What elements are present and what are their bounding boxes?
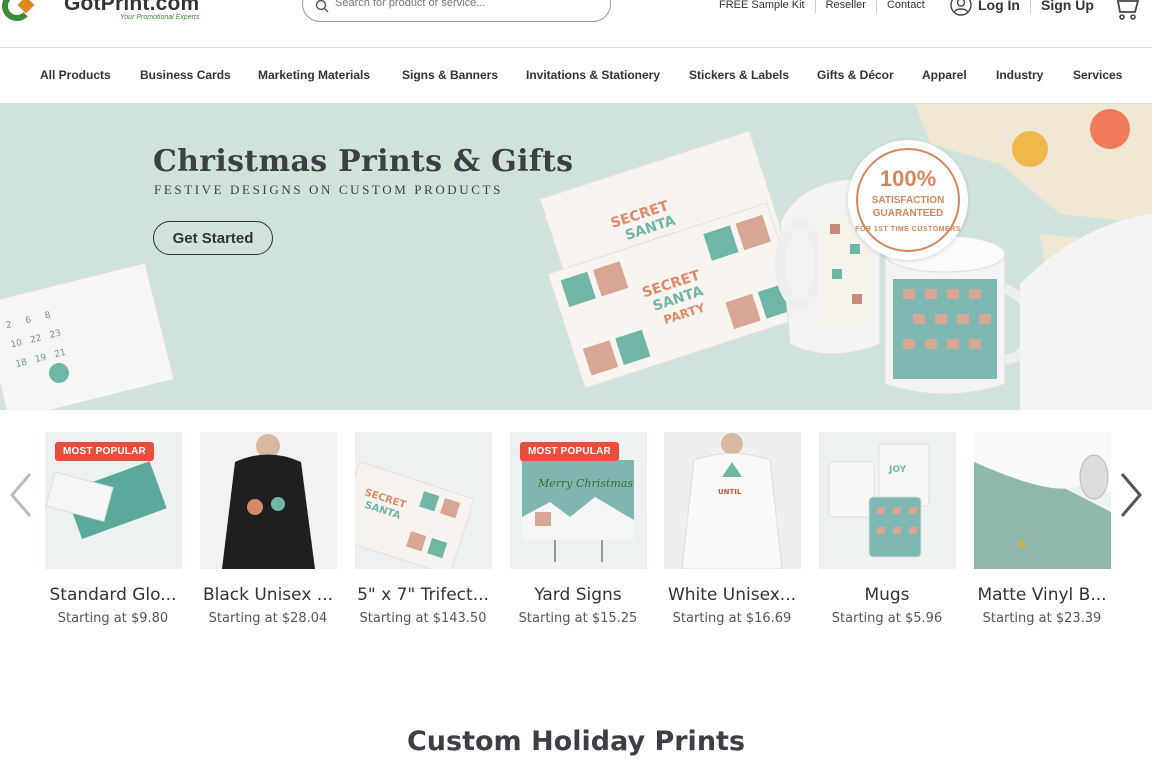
product-card[interactable]: Merry Christmas MOST POPULAR Yard Signs … <box>510 432 647 626</box>
nav-industry[interactable]: Industry <box>996 68 1043 82</box>
nav-all-products[interactable]: All Products <box>40 68 111 82</box>
trifecta-cards-image: SECRET SANTA <box>355 461 475 569</box>
badge-line-2: GUARANTEED <box>872 208 944 219</box>
product-name[interactable]: Standard Glo... <box>33 585 193 605</box>
site-header: GotPrint.com Your Promotional Experts FR… <box>0 0 1152 48</box>
nav-stickers-labels[interactable]: Stickers & Labels <box>689 68 789 82</box>
logo-icon <box>0 0 40 23</box>
account-area: Log In Sign Up <box>950 0 1094 16</box>
logo[interactable]: GotPrint.com Your Promotional Experts <box>0 0 199 24</box>
product-price: Starting at $28.04 <box>208 611 328 626</box>
product-card[interactable]: JOY Mugs Starting at $5.96 <box>819 432 956 626</box>
product-price: Starting at $9.80 <box>57 611 169 626</box>
product-card[interactable]: Black Unisex ... Starting at $28.04 <box>200 432 337 626</box>
get-started-button[interactable]: Get Started <box>153 221 273 255</box>
badge-percent: 100% <box>879 166 937 191</box>
product-price: Starting at $15.25 <box>518 611 638 626</box>
product-card[interactable]: MOST POPULAR Standard Glo... Starting at… <box>45 432 182 626</box>
login-link[interactable]: Log In <box>978 0 1020 13</box>
user-icon[interactable] <box>950 0 972 16</box>
product-card[interactable]: SECRET SANTA 5" x 7" Trifect... Starting… <box>355 432 492 626</box>
product-thumb[interactable]: SECRET SANTA <box>355 432 492 569</box>
most-popular-badge: MOST POPULAR <box>520 442 619 461</box>
svg-text:Merry Christmas: Merry Christmas <box>537 477 633 490</box>
free-sample-kit-link[interactable]: FREE Sample Kit <box>719 0 816 13</box>
mugs-image: JOY <box>828 443 930 558</box>
product-thumb[interactable] <box>974 432 1111 569</box>
vinyl-banner-image <box>974 432 1111 569</box>
satisfaction-badge: 100% SATISFACTION GUARANTEED FOR 1ST TIM… <box>848 140 968 260</box>
hero-subtitle: FESTIVE DESIGNS ON CUSTOM PRODUCTS <box>154 182 503 197</box>
product-price: Starting at $5.96 <box>831 611 943 626</box>
nav-signs-banners[interactable]: Signs & Banners <box>402 68 498 82</box>
product-card[interactable]: UNTIL White Unisex... Starting at $16.69 <box>664 432 801 626</box>
logo-tagline: Your Promotional Experts <box>120 13 200 21</box>
carousel-prev-icon[interactable] <box>6 470 36 520</box>
badge-line-3: FOR 1ST TIME CUSTOMERS <box>855 226 961 233</box>
main-nav: All Products Business Cards Marketing Ma… <box>0 48 1152 104</box>
product-thumb[interactable]: JOY <box>819 432 956 569</box>
product-name[interactable]: 5" x 7" Trifect... <box>343 585 503 605</box>
badge-line-1: SATISFACTION <box>871 195 945 206</box>
nav-business-cards[interactable]: Business Cards <box>140 68 231 82</box>
hero-banner[interactable]: 268 102223 181921 SECRET SANTA PARTY SEC… <box>0 104 1152 410</box>
cart-icon[interactable] <box>1110 0 1140 22</box>
svg-text:UNTIL: UNTIL <box>718 488 742 496</box>
product-name[interactable]: Matte Vinyl B... <box>962 585 1122 605</box>
search-icon <box>315 0 329 13</box>
carousel-next-icon[interactable] <box>1116 470 1146 520</box>
white-shirt-image: UNTIL <box>664 432 801 569</box>
nav-apparel[interactable]: Apparel <box>922 68 967 82</box>
product-name[interactable]: Mugs <box>807 585 967 605</box>
product-name[interactable]: White Unisex... <box>652 585 812 605</box>
most-popular-badge: MOST POPULAR <box>55 442 154 461</box>
product-name[interactable]: Black Unisex ... <box>188 585 348 605</box>
product-carousel: MOST POPULAR Standard Glo... Starting at… <box>0 410 1152 650</box>
contact-link[interactable]: Contact <box>877 0 935 13</box>
product-thumb[interactable] <box>200 432 337 569</box>
product-card[interactable]: Matte Vinyl B... Starting at $23.39 <box>974 432 1111 626</box>
hero-title: Christmas Prints & Gifts <box>153 144 574 179</box>
product-price: Starting at $16.69 <box>672 611 792 626</box>
product-price: Starting at $23.39 <box>982 611 1102 626</box>
product-price: Starting at $143.50 <box>359 611 487 626</box>
svg-text:JOY: JOY <box>888 465 907 475</box>
search-box[interactable] <box>302 0 611 22</box>
nav-invitations-stationery[interactable]: Invitations & Stationery <box>526 68 660 82</box>
search-input[interactable] <box>335 0 595 9</box>
product-thumb[interactable]: UNTIL <box>664 432 801 569</box>
nav-services[interactable]: Services <box>1073 68 1122 82</box>
product-thumb[interactable]: MOST POPULAR <box>45 432 182 569</box>
signup-link[interactable]: Sign Up <box>1041 0 1094 13</box>
divider <box>1030 0 1031 14</box>
section-title: Custom Holiday Prints <box>406 726 746 757</box>
product-name[interactable]: Yard Signs <box>498 585 658 605</box>
top-links: FREE Sample Kit Reseller Contact <box>719 0 935 13</box>
product-thumb[interactable]: Merry Christmas MOST POPULAR <box>510 432 647 569</box>
black-hoodie-image <box>200 432 337 569</box>
nav-gifts-decor[interactable]: Gifts & Décor <box>817 68 894 82</box>
reseller-link[interactable]: Reseller <box>816 0 877 13</box>
nav-marketing-materials[interactable]: Marketing Materials <box>258 68 370 82</box>
